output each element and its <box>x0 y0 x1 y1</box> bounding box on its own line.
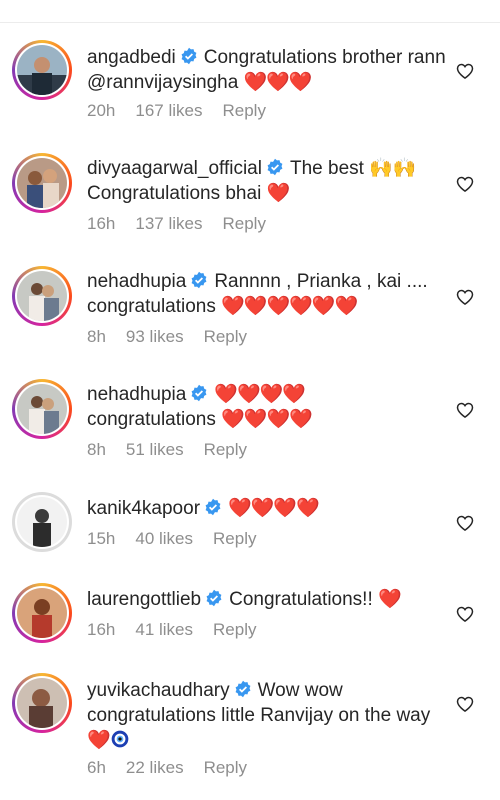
verified-badge-icon <box>235 680 251 698</box>
likes-count[interactable]: 137 likes <box>135 214 202 234</box>
comment-body: nehadhupia Rannnn , Prianka , kai .... co… <box>87 269 447 319</box>
raising-hands-emoji: 🙌🙌 <box>369 158 417 179</box>
comment-meta: 8h 51 likes Reply <box>87 440 247 460</box>
timestamp: 6h <box>87 758 106 777</box>
heart-outline-icon[interactable] <box>455 61 475 81</box>
comment-text: Congratulations!! <box>229 589 373 610</box>
verified-badge-icon <box>205 498 221 516</box>
comment-body: kanik4kapoor ❤️❤️❤️❤️ <box>87 496 447 521</box>
avatar[interactable] <box>12 153 72 213</box>
nazar-amulet-icon <box>111 730 129 748</box>
timestamp: 8h <box>87 327 106 346</box>
heart-outline-icon[interactable] <box>455 287 475 307</box>
likes-count[interactable]: 40 likes <box>135 529 193 549</box>
comment-meta: 16h 41 likes Reply <box>87 620 256 640</box>
likes-count[interactable]: 93 likes <box>126 327 184 347</box>
hearts-emoji: ❤️❤️❤️❤️❤️❤️ <box>221 296 358 317</box>
hearts-emoji: ❤️❤️❤️❤️ <box>228 498 320 519</box>
username[interactable]: divyaagarwal_official <box>87 158 262 179</box>
verified-badge-icon <box>206 589 222 607</box>
hearts-emoji: ❤️❤️❤️❤️ <box>214 384 306 405</box>
comment-text: The best <box>289 158 364 179</box>
heart-outline-icon[interactable] <box>455 400 475 420</box>
reply-button[interactable]: Reply <box>204 758 247 778</box>
username[interactable]: kanik4kapoor <box>87 498 200 519</box>
avatar[interactable] <box>12 583 72 643</box>
reply-button[interactable]: Reply <box>204 327 247 347</box>
heart-outline-icon[interactable] <box>455 604 475 624</box>
timestamp: 20h <box>87 101 116 120</box>
timestamp: 16h <box>87 214 116 233</box>
username[interactable]: nehadhupia <box>87 271 186 292</box>
verified-badge-icon <box>181 47 197 65</box>
username[interactable]: yuvikachaudhary <box>87 680 230 701</box>
avatar[interactable] <box>12 379 72 439</box>
comment-text-line2: congratulations <box>87 409 216 430</box>
comment-text-line2: congratulations <box>87 296 216 317</box>
comment-meta: 16h 137 likes Reply <box>87 214 266 234</box>
heart-outline-icon[interactable] <box>455 694 475 714</box>
avatar[interactable] <box>12 673 72 733</box>
reply-button[interactable]: Reply <box>222 101 265 121</box>
verified-badge-icon <box>191 271 207 289</box>
username[interactable]: nehadhupia <box>87 384 186 405</box>
comment-meta: 6h 22 likes Reply <box>87 758 247 778</box>
likes-count[interactable]: 22 likes <box>126 758 184 778</box>
hearts-emoji: ❤️ <box>87 730 111 751</box>
comment-meta: 15h 40 likes Reply <box>87 529 256 549</box>
comment-body: angadbedi Congratulations brother rann @r… <box>87 45 447 95</box>
heart-outline-icon[interactable] <box>455 174 475 194</box>
reply-button[interactable]: Reply <box>204 440 247 460</box>
comment-body: laurengottlieb Congratulations!! ❤️ <box>87 587 447 612</box>
likes-count[interactable]: 167 likes <box>135 101 202 121</box>
reply-button[interactable]: Reply <box>222 214 265 234</box>
timestamp: 8h <box>87 440 106 459</box>
comment-meta: 8h 93 likes Reply <box>87 327 247 347</box>
hearts-emoji: ❤️❤️❤️❤️ <box>221 409 313 430</box>
username[interactable]: laurengottlieb <box>87 589 201 610</box>
hearts-emoji: ❤️ <box>266 183 291 204</box>
reply-button[interactable]: Reply <box>213 529 256 549</box>
timestamp: 15h <box>87 529 116 548</box>
top-divider <box>0 22 500 23</box>
username[interactable]: angadbedi <box>87 47 176 68</box>
comment-body: yuvikachaudhary Wow wow congratulations l… <box>87 678 447 753</box>
reply-button[interactable]: Reply <box>213 620 256 640</box>
comment-body: divyaagarwal_official The best 🙌🙌 Congrat… <box>87 156 447 206</box>
hearts-emoji: ❤️ <box>378 589 402 610</box>
avatar[interactable] <box>12 492 72 552</box>
avatar[interactable] <box>12 266 72 326</box>
timestamp: 16h <box>87 620 116 639</box>
verified-badge-icon <box>267 158 283 176</box>
verified-badge-icon <box>191 384 207 402</box>
comment-meta: 20h 167 likes Reply <box>87 101 266 121</box>
comment-text: Rannnn , Prianka , kai .... <box>214 271 428 292</box>
likes-count[interactable]: 41 likes <box>135 620 193 640</box>
likes-count[interactable]: 51 likes <box>126 440 184 460</box>
comment-text-line2: Congratulations bhai <box>87 183 262 204</box>
hearts-emoji: ❤️❤️❤️ <box>243 72 313 93</box>
heart-outline-icon[interactable] <box>455 513 475 533</box>
avatar[interactable] <box>12 40 72 100</box>
comment-body: nehadhupia ❤️❤️❤️❤️ congratulations ❤️❤️❤… <box>87 382 447 432</box>
